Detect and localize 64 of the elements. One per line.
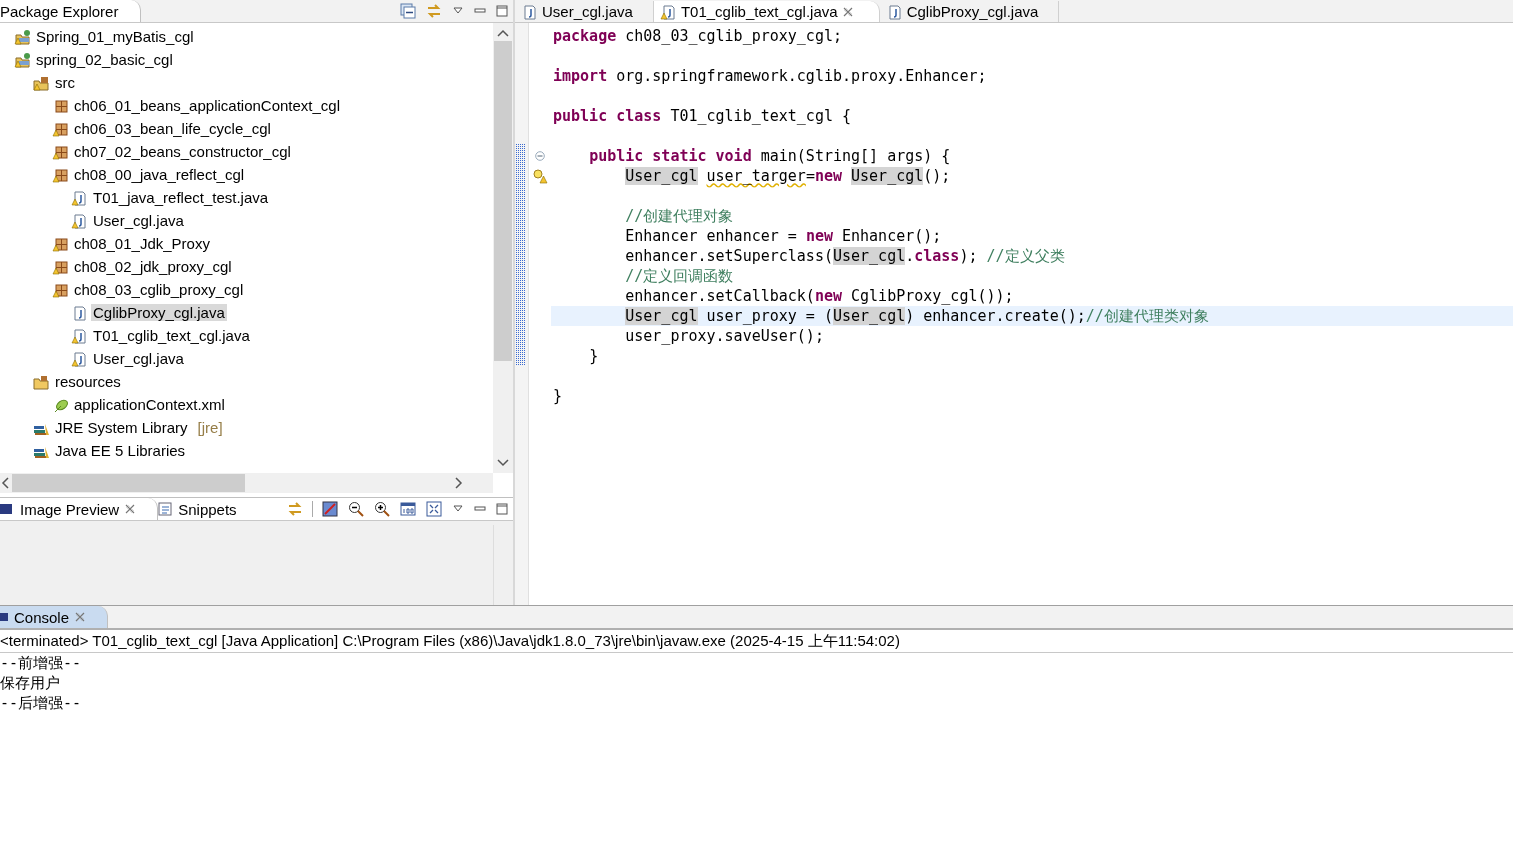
console-output-line: --后增强-- bbox=[0, 694, 82, 712]
console-tab[interactable]: Console bbox=[0, 606, 109, 628]
list-icon bbox=[158, 502, 173, 516]
tree-item[interactable]: ch06_01_beans_applicationContext_cgl bbox=[72, 97, 343, 114]
console-header: <terminated> T01_cglib_text_cgl [Java Application] C:\Program Files (x86)\Java\jdk1.8.0_73\jre\bin\javaw.exe (2025-4-15 上午11:54:02) bbox=[0, 632, 900, 649]
fit-icon[interactable] bbox=[426, 501, 442, 517]
code-line: } bbox=[552, 386, 564, 406]
console-output-line: --前增强-- bbox=[0, 654, 82, 672]
scroll-right-icon[interactable] bbox=[455, 477, 463, 489]
tree-item[interactable]: spring_02_basic_cgl bbox=[34, 51, 175, 68]
scroll-left-icon[interactable] bbox=[1, 477, 9, 489]
code-line: //创建代理对象 bbox=[624, 206, 735, 226]
editor-tab[interactable]: T01_cglib_text_cgl.java bbox=[653, 1, 880, 22]
tree-item[interactable]: JRE System Library bbox=[53, 419, 190, 436]
code-line: import org.springframework.cglib.proxy.Enhancer; bbox=[552, 66, 988, 86]
tree-item[interactable]: ch06_03_bean_life_cycle_cgl bbox=[72, 120, 273, 137]
close-icon[interactable] bbox=[75, 612, 86, 622]
tree-item[interactable]: Java EE 5 Libraries bbox=[53, 442, 188, 459]
tree-item-suffix: [jre] bbox=[197, 419, 223, 436]
tree-item[interactable]: ch08_03_cglib_proxy_cgl bbox=[72, 281, 246, 298]
link-arrows-icon[interactable] bbox=[426, 3, 442, 19]
code-line: package ch08_03_cglib_proxy_cgl; bbox=[552, 26, 843, 46]
tree-item[interactable]: ch08_02_jdk_proxy_cgl bbox=[72, 258, 234, 275]
horizontal-scrollbar[interactable] bbox=[0, 473, 493, 493]
package-explorer-tab[interactable]: Package Explorer bbox=[0, 0, 142, 22]
zoom-out-icon[interactable] bbox=[348, 501, 364, 517]
code-line: //定义回调函数 bbox=[624, 266, 735, 286]
view-tab[interactable]: Image Preview bbox=[0, 498, 159, 520]
close-icon[interactable] bbox=[842, 6, 853, 17]
image-tool-icon[interactable] bbox=[322, 501, 338, 517]
code-line: user_proxy.saveUser(); bbox=[624, 326, 825, 346]
code-line: enhancer.setSuperclass(User_cgl.class); //定义父类 bbox=[624, 246, 1066, 266]
maximize-icon[interactable] bbox=[496, 5, 508, 17]
console-output-line: 保存用户 bbox=[0, 674, 60, 692]
code-line: public static void main(String[] args) { bbox=[588, 146, 952, 166]
link-arrows-icon[interactable] bbox=[287, 501, 303, 517]
tree-item[interactable]: T01_java_reflect_test.java bbox=[91, 189, 271, 206]
tree-item[interactable]: src bbox=[53, 74, 77, 91]
image-icon bbox=[0, 502, 14, 516]
tree-item[interactable]: ch08_00_java_reflect_cgl bbox=[72, 166, 247, 183]
code-line: enhancer.setCallback(new CglibProxy_cgl()); bbox=[624, 286, 1015, 306]
maximize-icon[interactable] bbox=[496, 503, 508, 515]
code-line: User_cgl user_targer=new User_cgl(); bbox=[624, 166, 952, 186]
vertical-scrollbar[interactable] bbox=[493, 23, 513, 473]
tree-item[interactable]: CglibProxy_cgl.java bbox=[91, 304, 227, 321]
code-line: Enhancer enhancer = new Enhancer(); bbox=[624, 226, 943, 246]
console-icon bbox=[0, 610, 8, 624]
code-line: public class T01_cglib_text_cgl { bbox=[552, 106, 853, 126]
close-icon[interactable] bbox=[125, 504, 136, 514]
scroll-up-icon[interactable] bbox=[497, 29, 509, 37]
code-line: } bbox=[588, 346, 600, 366]
tree-item[interactable]: Spring_01_myBatis_cgl bbox=[34, 28, 196, 45]
tree-item[interactable]: T01_cglib_text_cgl.java bbox=[91, 327, 252, 344]
tree-item[interactable]: User_cgl.java bbox=[91, 212, 186, 229]
tree-item[interactable]: ch08_01_Jdk_Proxy bbox=[72, 235, 212, 252]
tree-item[interactable]: applicationContext.xml bbox=[72, 396, 227, 413]
tree-item[interactable]: ch07_02_beans_constructor_cgl bbox=[72, 143, 293, 160]
lightbulb-warning-icon[interactable] bbox=[532, 168, 548, 184]
tree-item[interactable]: resources bbox=[53, 373, 123, 390]
actual-size-icon[interactable] bbox=[400, 501, 416, 517]
scroll-down-icon[interactable] bbox=[497, 459, 509, 467]
collapse-all-icon[interactable] bbox=[400, 3, 416, 19]
tree-item[interactable]: User_cgl.java bbox=[91, 350, 186, 367]
zoom-in-icon[interactable] bbox=[374, 501, 390, 517]
